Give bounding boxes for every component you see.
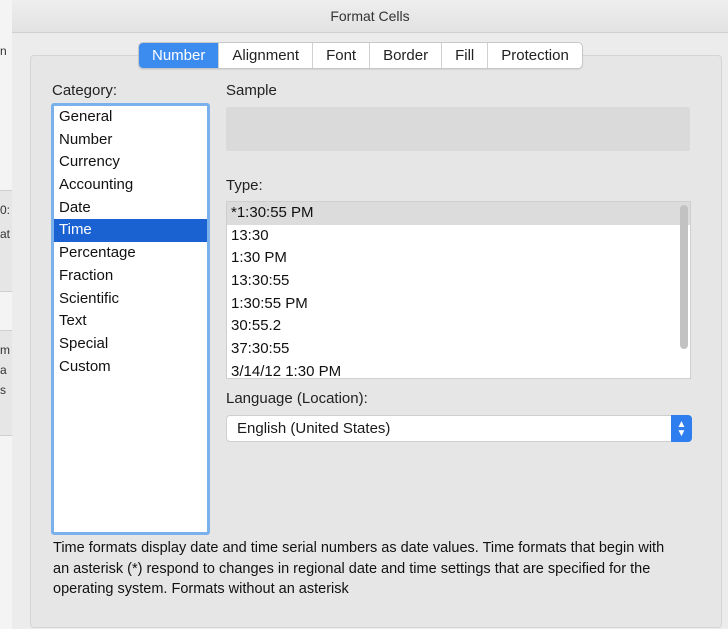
tab-alignment[interactable]: Alignment xyxy=(219,43,314,68)
type-label: Type: xyxy=(226,177,263,194)
category-item-percentage[interactable]: Percentage xyxy=(54,242,207,265)
sample-label: Sample xyxy=(226,82,277,99)
chevron-down-icon: ▼ xyxy=(676,428,687,439)
language-select[interactable]: English (United States) ▲ ▼ xyxy=(226,415,692,442)
category-item-date[interactable]: Date xyxy=(54,197,207,220)
category-list[interactable]: General Number Currency Accounting Date Time P… xyxy=(51,103,210,535)
sample-preview xyxy=(226,107,690,151)
tab-protection[interactable]: Protection xyxy=(488,43,582,68)
type-item[interactable]: 1:30:55 PM xyxy=(227,293,690,316)
format-description: Time formats display date and time seria… xyxy=(53,540,665,597)
type-item[interactable]: 13:30 xyxy=(227,225,690,248)
category-item-scientific[interactable]: Scientific xyxy=(54,288,207,311)
select-stepper-icon: ▲ ▼ xyxy=(671,415,692,442)
category-item-text[interactable]: Text xyxy=(54,310,207,333)
background-text: a xyxy=(0,363,7,377)
type-item[interactable]: 30:55.2 xyxy=(227,315,690,338)
category-item-time[interactable]: Time xyxy=(54,219,207,243)
type-item[interactable]: *1:30:55 PM xyxy=(227,202,690,225)
type-list[interactable]: *1:30:55 PM 13:30 1:30 PM 13:30:55 1:30:55 P… xyxy=(226,201,691,379)
background-text: 0: xyxy=(0,203,11,217)
format-cells-dialog: Format Cells Number Alignment Font Border Fi… xyxy=(12,0,728,629)
background-text: n xyxy=(0,44,7,58)
background-text: s xyxy=(0,383,6,397)
category-item-accounting[interactable]: Accounting xyxy=(54,174,207,197)
language-select-value: English (United States) xyxy=(237,420,391,437)
background-window: n 0: at m a s xyxy=(0,0,12,629)
tab-font[interactable]: Font xyxy=(313,43,371,68)
category-item-general[interactable]: General xyxy=(54,106,207,129)
tab-bar: Number Alignment Font Border Fill Protection xyxy=(138,42,583,69)
type-list-scrollbar[interactable] xyxy=(680,205,688,349)
category-item-fraction[interactable]: Fraction xyxy=(54,265,207,288)
category-item-currency[interactable]: Currency xyxy=(54,151,207,174)
category-item-custom[interactable]: Custom xyxy=(54,356,207,379)
category-item-special[interactable]: Special xyxy=(54,333,207,356)
type-item[interactable]: 37:30:55 xyxy=(227,338,690,361)
background-text: at xyxy=(0,227,11,241)
category-label: Category: xyxy=(52,82,118,99)
type-item[interactable]: 13:30:55 xyxy=(227,270,690,293)
tab-border[interactable]: Border xyxy=(370,43,443,68)
category-item-number[interactable]: Number xyxy=(54,129,207,152)
language-label: Language (Location): xyxy=(226,390,368,407)
dialog-title: Format Cells xyxy=(12,0,728,33)
type-item[interactable]: 3/14/12 1:30 PM xyxy=(227,361,690,378)
tab-fill[interactable]: Fill xyxy=(442,43,489,68)
background-text: m xyxy=(0,343,10,357)
type-item[interactable]: 1:30 PM xyxy=(227,247,690,270)
tab-number[interactable]: Number xyxy=(139,43,220,68)
